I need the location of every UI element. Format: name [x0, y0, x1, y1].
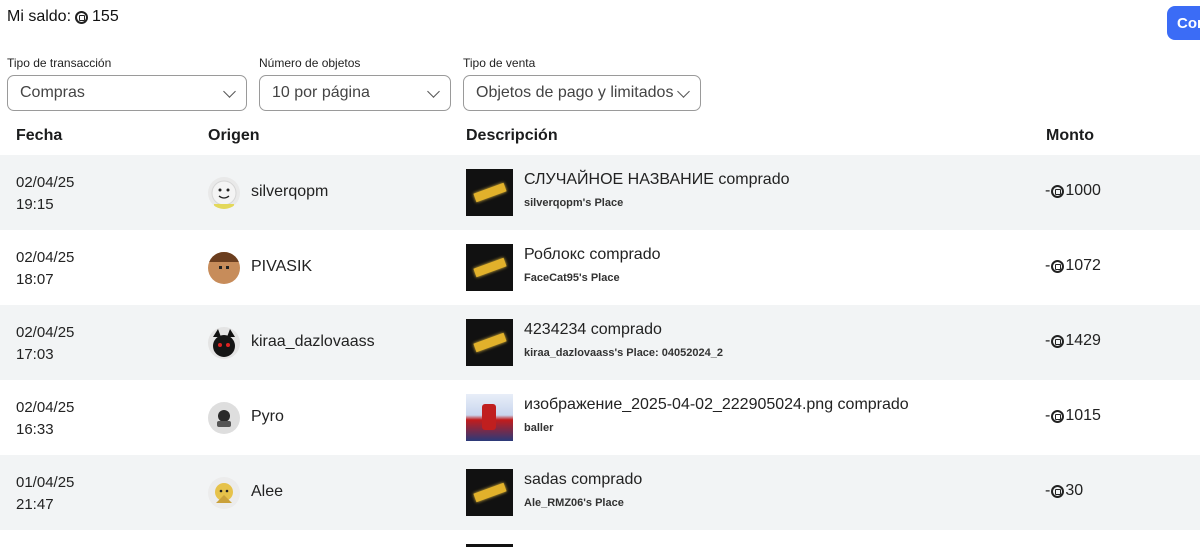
header-amount: Monto	[1046, 127, 1094, 144]
item-title[interactable]: Роблокс comprado	[524, 246, 661, 264]
time-text: 17:03	[16, 346, 54, 363]
place-name[interactable]: silverqopm's Place	[524, 197, 623, 209]
header-date: Fecha	[16, 127, 63, 144]
date-text: 02/04/25	[16, 399, 75, 416]
chevron-down-icon	[427, 84, 440, 98]
origin-user-link[interactable]: kiraa_dazlovaass	[251, 333, 375, 351]
date-text: 02/04/25	[16, 324, 75, 341]
item-title[interactable]: sadas comprado	[524, 471, 642, 489]
time-text: 19:15	[16, 196, 54, 213]
place-name[interactable]: FaceCat95's Place	[524, 272, 620, 284]
place-name[interactable]: baller	[524, 422, 553, 434]
table-row: 02/04/25 16:33 Pyro изображение_2025-04-…	[0, 380, 1200, 455]
items-count-label: Número de objetos	[259, 56, 361, 70]
item-title[interactable]: изображение_2025-04-02_222905024.png com…	[524, 396, 909, 414]
amount-sign: -	[1045, 257, 1051, 274]
amount-text: 1429	[1065, 332, 1101, 349]
amount-sign: -	[1045, 332, 1051, 349]
amount-text: 1072	[1065, 257, 1101, 274]
amount-value: - 1072	[1045, 257, 1101, 275]
avatar[interactable]	[208, 327, 240, 359]
row-date: 02/04/25 18:07	[16, 247, 74, 291]
robux-icon	[1051, 409, 1065, 423]
amount-text: 30	[1065, 482, 1084, 499]
gold-avatar-icon	[215, 483, 233, 503]
avatar[interactable]	[208, 177, 240, 209]
item-thumbnail[interactable]	[466, 469, 513, 516]
robux-icon	[1051, 484, 1065, 498]
origin-user-link[interactable]: PIVASIK	[251, 258, 312, 276]
amount-text: 1000	[1065, 182, 1101, 199]
item-title[interactable]: СЛУЧАЙНОЕ НАЗВАНИЕ comprado	[524, 171, 789, 189]
item-thumbnail[interactable]	[466, 394, 513, 441]
place-name[interactable]: Ale_RMZ06's Place	[524, 497, 624, 509]
table-header: Fecha Origen Descripción Monto	[0, 118, 1200, 154]
item-thumbnail[interactable]	[466, 319, 513, 366]
brown-avatar-icon	[208, 252, 240, 269]
robux-icon	[75, 10, 89, 24]
origin-user-link[interactable]: Pyro	[251, 408, 284, 426]
avatar[interactable]	[208, 252, 240, 284]
items-count-value: 10 por página	[272, 84, 370, 101]
robux-icon	[1051, 259, 1065, 273]
header-description: Descripción	[466, 127, 558, 144]
amount-text: 1015	[1065, 407, 1101, 424]
row-date: 02/04/25 16:33	[16, 397, 74, 441]
amount-sign: -	[1045, 182, 1051, 199]
balance-amount: 155	[92, 8, 119, 25]
amount-sign: -	[1045, 482, 1051, 499]
table-row: 02/04/25 17:03 kiraa_dazlovaass 4234234 …	[0, 305, 1200, 380]
smiley-avatar-icon	[211, 180, 237, 209]
time-text: 18:07	[16, 271, 54, 288]
item-thumbnail[interactable]	[466, 169, 513, 216]
buy-robux-button-label: Com	[1177, 15, 1200, 32]
place-name[interactable]: kiraa_dazlovaass's Place: 04052024_2	[524, 347, 723, 359]
chevron-down-icon	[223, 84, 236, 98]
items-count-filter: Número de objetos 10 por página	[259, 56, 451, 111]
sale-type-select[interactable]: Objetos de pago y limitados	[463, 75, 701, 111]
amount-value: - 1015	[1045, 407, 1101, 425]
items-count-select[interactable]: 10 por página	[259, 75, 451, 111]
row-date: 02/04/25 19:15	[16, 172, 74, 216]
avatar[interactable]	[208, 477, 240, 509]
balance-label: Mi saldo:	[7, 8, 72, 25]
amount-sign: -	[1045, 407, 1051, 424]
sale-type-value: Objetos de pago y limitados	[476, 84, 674, 101]
transaction-type-select[interactable]: Compras	[7, 75, 247, 111]
table-row: 02/04/25 18:07 PIVASIK Роблокс comprado …	[0, 230, 1200, 305]
date-text: 02/04/25	[16, 174, 75, 191]
transaction-type-filter: Tipo de transacción Compras	[7, 56, 247, 111]
date-text: 01/04/25	[16, 474, 75, 491]
row-date: 01/04/25 21:47	[16, 472, 74, 516]
avatar[interactable]	[208, 402, 240, 434]
sale-type-filter: Tipo de venta Objetos de pago y limitado…	[463, 56, 701, 111]
amount-value: - 1429	[1045, 332, 1101, 350]
time-text: 21:47	[16, 496, 54, 513]
origin-user-link[interactable]: silverqopm	[251, 183, 328, 201]
row-date: 02/04/25 17:03	[16, 322, 74, 366]
header-origin: Origen	[208, 127, 260, 144]
table-row: 02/04/25 19:15 silverqopm СЛУЧАЙНОЕ НАЗВ…	[0, 155, 1200, 230]
amount-value: - 30	[1045, 482, 1083, 500]
grey-avatar-icon	[217, 410, 231, 427]
item-title[interactable]: 4234234 comprado	[524, 321, 662, 339]
balance-display: Mi saldo: 155	[7, 8, 119, 26]
sale-type-label: Tipo de venta	[463, 56, 536, 70]
origin-user-link[interactable]: Alee	[251, 483, 283, 501]
dark-avatar-icon	[213, 329, 235, 357]
robux-icon	[1051, 334, 1065, 348]
date-text: 02/04/25	[16, 249, 75, 266]
amount-value: - 1000	[1045, 182, 1101, 200]
buy-robux-button[interactable]: Com	[1167, 6, 1200, 40]
time-text: 16:33	[16, 421, 54, 438]
chevron-down-icon	[677, 84, 690, 98]
item-thumbnail[interactable]	[466, 244, 513, 291]
transaction-type-value: Compras	[20, 84, 85, 101]
table-row	[0, 530, 1200, 547]
robux-icon	[1051, 184, 1065, 198]
table-row: 01/04/25 21:47 Alee sadas comprado Ale_R…	[0, 455, 1200, 530]
transaction-type-label: Tipo de transacción	[7, 56, 112, 70]
